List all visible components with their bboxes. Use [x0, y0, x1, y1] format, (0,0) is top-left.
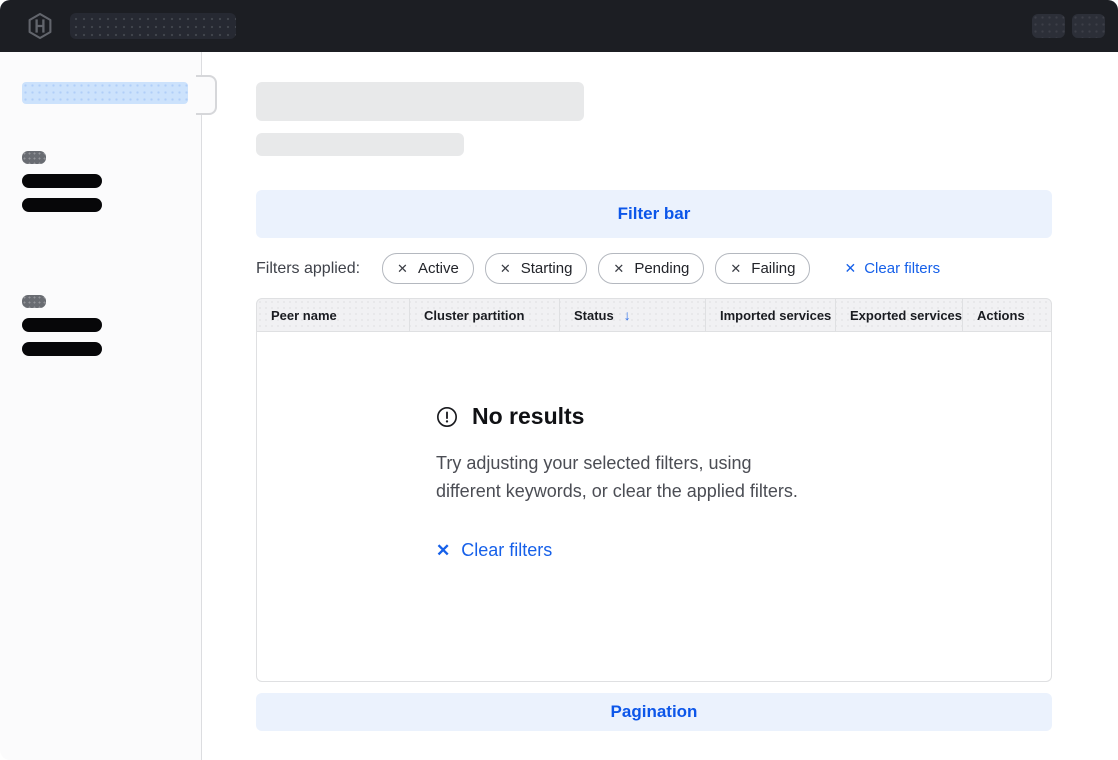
sidebar-item-placeholder-2[interactable] [22, 198, 102, 212]
column-header-cluster-partition[interactable]: Cluster partition [409, 299, 559, 331]
sidebar [0, 52, 202, 760]
column-header-status[interactable]: Status ↓ [559, 299, 705, 331]
sidebar-active-item-notch [196, 75, 217, 115]
empty-state-title: No results [472, 403, 584, 430]
filter-pill-starting[interactable]: ✕ Starting [485, 253, 588, 284]
filter-pill-label: Starting [521, 260, 573, 277]
column-header-peer-name[interactable]: Peer name [257, 299, 409, 331]
column-header-actions[interactable]: Actions [962, 299, 1051, 331]
remove-filter-icon[interactable]: ✕ [730, 261, 741, 277]
x-icon: ✕ [436, 541, 450, 561]
app-window: Filter bar Filters applied: ✕ Active ✕ S… [0, 0, 1118, 760]
filters-applied-label: Filters applied: [256, 260, 360, 278]
page-title-placeholder [256, 82, 584, 121]
filter-bar-label: Filter bar [618, 204, 691, 224]
filter-pill-label: Pending [634, 260, 689, 277]
table-header-row: Peer name Cluster partition Status ↓ Imp… [256, 298, 1052, 332]
peers-table: Peer name Cluster partition Status ↓ Imp… [256, 298, 1052, 682]
remove-filter-icon[interactable]: ✕ [613, 261, 624, 277]
x-icon: ✕ [844, 260, 856, 277]
navbar-action-placeholder-1[interactable] [1032, 14, 1065, 38]
clear-filters-label: Clear filters [864, 260, 940, 277]
page-subtitle-placeholder [256, 133, 464, 156]
filter-bar-region[interactable]: Filter bar [256, 190, 1052, 238]
clear-filters-link[interactable]: ✕ Clear filters [844, 260, 940, 277]
filter-pill-label: Failing [751, 260, 795, 277]
sidebar-section-heading-placeholder-1 [22, 151, 46, 164]
pagination-region[interactable]: Pagination [256, 693, 1052, 731]
remove-filter-icon[interactable]: ✕ [500, 261, 511, 277]
table-body: No results Try adjusting your selected f… [256, 332, 1052, 682]
sidebar-item-placeholder-4[interactable] [22, 342, 102, 356]
sidebar-item-placeholder-3[interactable] [22, 318, 102, 332]
empty-state: No results Try adjusting your selected f… [436, 403, 916, 561]
navbar-action-placeholder-2[interactable] [1072, 14, 1105, 38]
applied-filters-row: Filters applied: ✕ Active ✕ Starting ✕ P… [256, 253, 1052, 284]
sidebar-active-item[interactable] [22, 82, 188, 104]
filter-pill-pending[interactable]: ✕ Pending [598, 253, 704, 284]
sidebar-item-placeholder-1[interactable] [22, 174, 102, 188]
hashicorp-logo-icon [26, 12, 54, 40]
filter-pill-failing[interactable]: ✕ Failing [715, 253, 810, 284]
pagination-label: Pagination [611, 702, 698, 722]
sort-descending-icon: ↓ [624, 307, 631, 323]
filter-pill-active[interactable]: ✕ Active [382, 253, 474, 284]
sidebar-section-heading-placeholder-2 [22, 295, 46, 308]
filter-pill-label: Active [418, 260, 459, 277]
clear-filters-action[interactable]: ✕ Clear filters [436, 540, 552, 561]
top-navbar [0, 0, 1118, 52]
remove-filter-icon[interactable]: ✕ [397, 261, 408, 277]
column-header-exported-services[interactable]: Exported services [835, 299, 962, 331]
search-input[interactable] [70, 13, 236, 39]
column-header-imported-services[interactable]: Imported services [705, 299, 835, 331]
alert-circle-icon [436, 406, 458, 428]
empty-state-description: Try adjusting your selected filters, usi… [436, 449, 916, 505]
clear-filters-action-label: Clear filters [461, 540, 552, 561]
